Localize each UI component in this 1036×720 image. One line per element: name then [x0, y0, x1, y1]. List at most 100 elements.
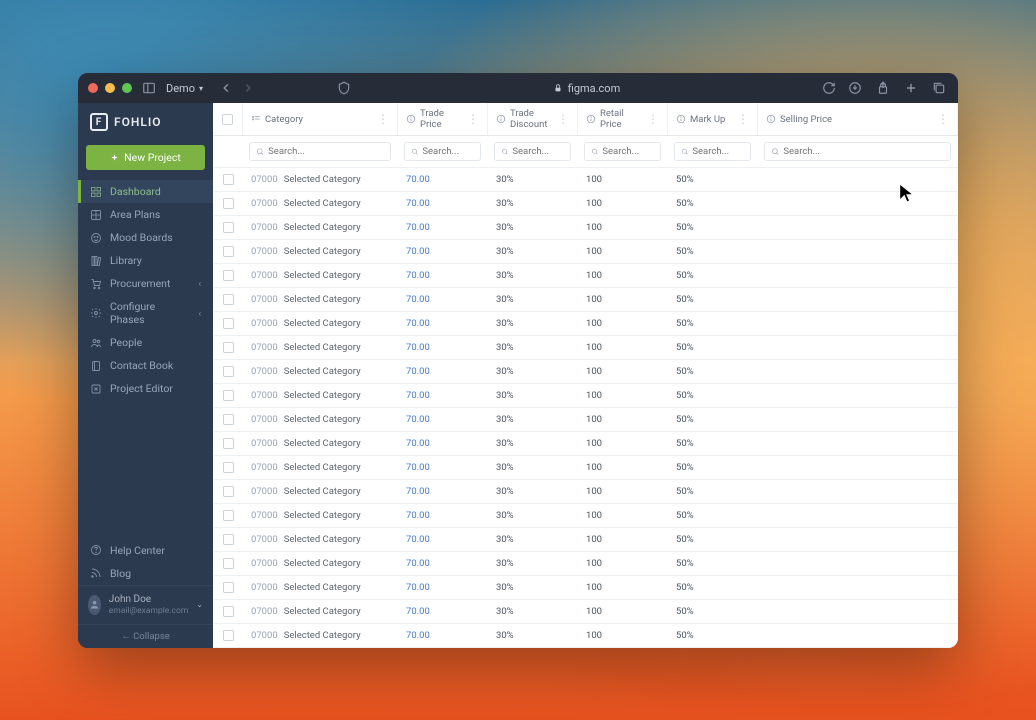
table-row[interactable]: 07000Selected Category 70.00 30% 100 50% — [213, 264, 958, 288]
back-button[interactable] — [217, 79, 235, 97]
sidebar-item-configure-phases[interactable]: Configure Phases‹ — [78, 295, 213, 331]
table-row[interactable]: 07000Selected Category 70.00 30% 100 50% — [213, 480, 958, 504]
table-row[interactable]: 07000Selected Category 70.00 30% 100 50% — [213, 528, 958, 552]
table-row[interactable]: 07000Selected Category 70.00 30% 100 50% — [213, 216, 958, 240]
row-checkbox[interactable] — [213, 384, 243, 407]
selling-price-value — [758, 624, 958, 647]
mark-up-value: 50% — [668, 336, 758, 359]
table-row[interactable]: 07000Selected Category 70.00 30% 100 50% — [213, 192, 958, 216]
search-input-selling-price[interactable] — [764, 142, 951, 161]
row-checkbox[interactable] — [213, 288, 243, 311]
sidebar-toggle-icon[interactable] — [140, 79, 158, 97]
user-box[interactable]: John Doe email@example.com ⌄ — [78, 585, 213, 624]
table-row[interactable]: 07000Selected Category 70.00 30% 100 50% — [213, 624, 958, 648]
column-header-category[interactable]: Category⋮ — [243, 103, 398, 135]
table-row[interactable]: 07000Selected Category 70.00 30% 100 50% — [213, 168, 958, 192]
table-row[interactable]: 07000Selected Category 70.00 30% 100 50% — [213, 504, 958, 528]
trade-price-value: 70.00 — [406, 606, 430, 617]
row-checkbox[interactable] — [213, 432, 243, 455]
sidebar-item-people[interactable]: People — [78, 331, 213, 354]
row-checkbox[interactable] — [213, 456, 243, 479]
table-body[interactable]: 07000Selected Category 70.00 30% 100 50%… — [213, 168, 958, 648]
row-checkbox[interactable] — [213, 264, 243, 287]
row-checkbox[interactable] — [213, 504, 243, 527]
row-checkbox[interactable] — [213, 624, 243, 647]
sidebar-item-blog[interactable]: Blog — [78, 562, 213, 585]
mark-up-value: 50% — [668, 312, 758, 335]
sidebar-item-dashboard[interactable]: Dashboard — [78, 180, 213, 203]
table-row[interactable]: 07000Selected Category 70.00 30% 100 50% — [213, 600, 958, 624]
close-window-button[interactable] — [88, 83, 98, 93]
retail-price-value: 100 — [578, 288, 668, 311]
new-tab-icon[interactable] — [902, 79, 920, 97]
row-checkbox[interactable] — [213, 600, 243, 623]
trade-price-value: 70.00 — [406, 630, 430, 641]
sidebar-item-procurement[interactable]: Procurement‹ — [78, 272, 213, 295]
row-checkbox[interactable] — [213, 168, 243, 191]
row-checkbox[interactable] — [213, 360, 243, 383]
column-header-trade-price[interactable]: Trade Price⋮ — [398, 103, 488, 135]
selling-price-value — [758, 264, 958, 287]
table-row[interactable]: 07000Selected Category 70.00 30% 100 50% — [213, 576, 958, 600]
minimize-window-button[interactable] — [105, 83, 115, 93]
category-code: 07000 — [251, 630, 278, 641]
reload-button[interactable] — [820, 79, 838, 97]
column-header-mark-up[interactable]: Mark Up⋮ — [668, 103, 758, 135]
table-row[interactable]: 07000Selected Category 70.00 30% 100 50% — [213, 552, 958, 576]
sidebar-item-mood-boards[interactable]: Mood Boards — [78, 226, 213, 249]
address-bar[interactable]: figma.com — [361, 82, 812, 95]
search-input-trade-price[interactable] — [404, 142, 481, 161]
table-row[interactable]: 07000Selected Category 70.00 30% 100 50% — [213, 384, 958, 408]
table-row[interactable]: 07000Selected Category 70.00 30% 100 50% — [213, 240, 958, 264]
row-checkbox[interactable] — [213, 480, 243, 503]
table-row[interactable]: 07000Selected Category 70.00 30% 100 50% — [213, 360, 958, 384]
collapse-sidebar-button[interactable]: ← Collapse — [78, 624, 213, 648]
search-input-mark-up[interactable] — [674, 142, 751, 161]
sidebar-item-area-plans[interactable]: Area Plans — [78, 203, 213, 226]
category-code: 07000 — [251, 582, 278, 593]
row-checkbox[interactable] — [213, 336, 243, 359]
tab-name[interactable]: Demo — [166, 82, 203, 95]
sidebar-item-contact-book[interactable]: Contact Book — [78, 354, 213, 377]
trade-price-value: 70.00 — [406, 414, 430, 425]
table-row[interactable]: 07000Selected Category 70.00 30% 100 50% — [213, 456, 958, 480]
trade-price-value: 70.00 — [406, 198, 430, 209]
table-header-row: Category⋮ Trade Price⋮ Trade Discount⋮ R… — [213, 103, 958, 136]
row-checkbox[interactable] — [213, 312, 243, 335]
app-sidebar: F FOHLIO New Project DashboardArea Plans… — [78, 103, 213, 648]
row-checkbox[interactable] — [213, 408, 243, 431]
search-icon — [256, 147, 264, 156]
row-checkbox[interactable] — [213, 576, 243, 599]
sidebar-item-help-center[interactable]: Help Center — [78, 539, 213, 562]
list-icon — [251, 114, 261, 124]
sidebar-item-library[interactable]: Library — [78, 249, 213, 272]
brand-logo[interactable]: F FOHLIO — [78, 103, 213, 141]
downloads-icon[interactable] — [846, 79, 864, 97]
row-checkbox[interactable] — [213, 192, 243, 215]
table-row[interactable]: 07000Selected Category 70.00 30% 100 50% — [213, 288, 958, 312]
search-input-category[interactable] — [249, 142, 391, 161]
table-row[interactable]: 07000Selected Category 70.00 30% 100 50% — [213, 312, 958, 336]
table-row[interactable]: 07000Selected Category 70.00 30% 100 50% — [213, 408, 958, 432]
shield-icon[interactable] — [335, 79, 353, 97]
tabs-overview-icon[interactable] — [930, 79, 948, 97]
row-checkbox[interactable] — [213, 216, 243, 239]
column-header-retail-price[interactable]: Retail Price⋮ — [578, 103, 668, 135]
search-input-retail-price[interactable] — [584, 142, 661, 161]
table-row[interactable]: 07000Selected Category 70.00 30% 100 50% — [213, 432, 958, 456]
row-checkbox[interactable] — [213, 240, 243, 263]
select-all-header[interactable] — [213, 103, 243, 135]
maximize-window-button[interactable] — [122, 83, 132, 93]
new-project-button[interactable]: New Project — [86, 145, 205, 170]
table-row[interactable]: 07000Selected Category 70.00 30% 100 50% — [213, 336, 958, 360]
user-name: John Doe — [109, 594, 189, 606]
column-header-selling-price[interactable]: Selling Price⋮ — [758, 103, 958, 135]
share-icon[interactable] — [874, 79, 892, 97]
trade-discount-value: 30% — [488, 240, 578, 263]
search-input-trade-discount[interactable] — [494, 142, 571, 161]
row-checkbox[interactable] — [213, 552, 243, 575]
row-checkbox[interactable] — [213, 528, 243, 551]
forward-button[interactable] — [239, 79, 257, 97]
column-header-trade-discount[interactable]: Trade Discount⋮ — [488, 103, 578, 135]
sidebar-item-project-editor[interactable]: Project Editor — [78, 377, 213, 400]
